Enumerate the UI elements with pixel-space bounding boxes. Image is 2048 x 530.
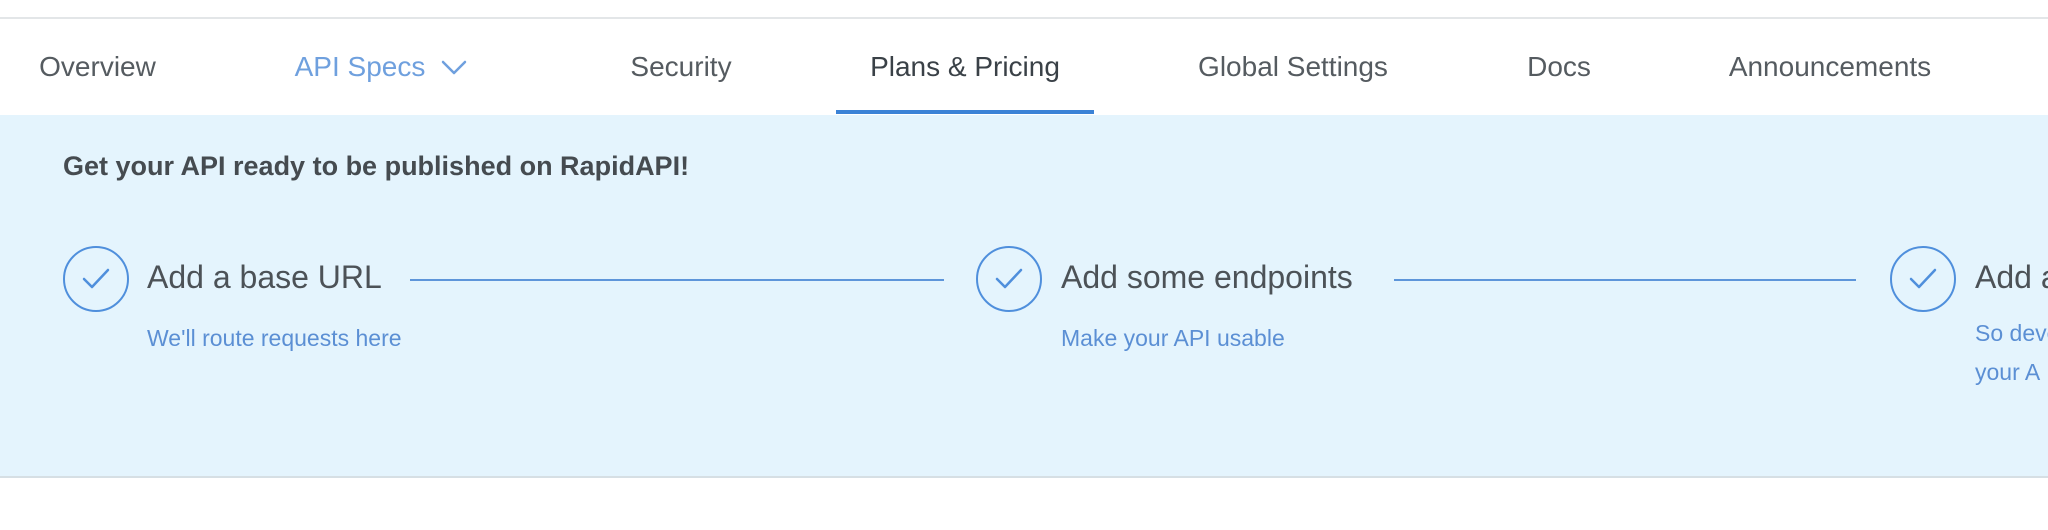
step-connector <box>410 279 944 281</box>
step-connector <box>1394 279 1856 281</box>
tab-global-settings[interactable]: Global Settings <box>1180 19 1406 115</box>
tab-label: Security <box>630 51 732 82</box>
step-title: Add some endpoints <box>1061 259 1353 295</box>
tab-label: Global Settings <box>1198 51 1388 82</box>
check-icon <box>976 246 1042 312</box>
active-tab-indicator <box>836 110 1094 114</box>
check-icon <box>1890 246 1956 312</box>
tab-overview[interactable]: Overview <box>0 19 195 115</box>
tab-bar: Overview API Specs Security Plans & Pric… <box>0 19 2048 115</box>
step-subtitle: Make your API usable <box>1061 325 1285 351</box>
tab-api-specs[interactable]: API Specs <box>276 19 486 115</box>
tab-announcements[interactable]: Announcements <box>1700 19 1960 115</box>
tab-label: Plans & Pricing <box>870 51 1060 82</box>
tab-label: API Specs <box>294 51 426 82</box>
tab-security[interactable]: Security <box>606 19 756 115</box>
tab-label: Overview <box>39 51 156 82</box>
step-subtitle-line-2: your A <box>1975 359 2041 385</box>
tab-plans-pricing[interactable]: Plans & Pricing <box>836 19 1094 115</box>
tab-docs[interactable]: Docs <box>1500 19 1618 115</box>
step-subtitle-line-1: So deve <box>1975 320 2048 346</box>
chevron-down-icon[interactable] <box>441 60 467 76</box>
tab-label: Announcements <box>1728 51 1932 82</box>
check-icon <box>63 246 129 312</box>
step-title: Add a base URL <box>147 259 382 295</box>
onboarding-banner: Get your API ready to be published on Ra… <box>0 115 2048 478</box>
banner-title: Get your API ready to be published on Ra… <box>63 151 690 181</box>
tab-label: Docs <box>1527 51 1591 82</box>
step-title: Add a <box>1975 259 2048 295</box>
step-subtitle: We'll route requests here <box>147 325 402 351</box>
